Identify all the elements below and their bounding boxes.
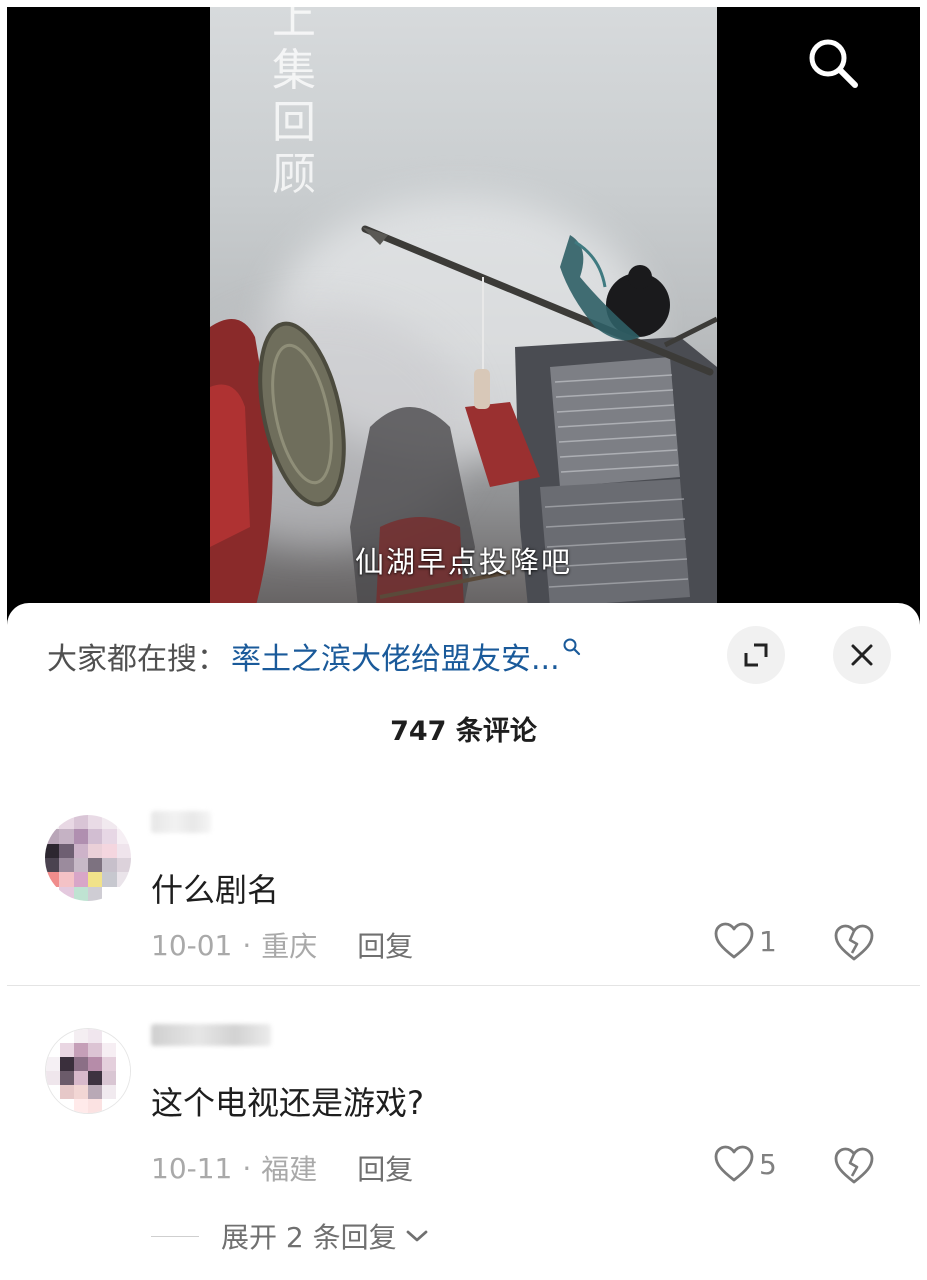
close-icon (851, 644, 873, 666)
reply-button[interactable]: 回复 (357, 1148, 413, 1188)
comment-count: 747 条评论 (390, 716, 537, 747)
comment-meta: 10-01 · 重庆 回复 (151, 925, 413, 965)
dislike-button[interactable] (833, 1146, 875, 1190)
comment-text: 这个电视还是游戏? (151, 1084, 424, 1122)
trending-search-term[interactable]: 率土之滨大佬给盟友安... (231, 634, 560, 678)
expand-divider-line (151, 1235, 199, 1237)
search-icon (809, 39, 858, 88)
heart-icon (714, 1145, 754, 1182)
comment-meta: 10-11 · 福建 回复 (151, 1148, 413, 1188)
comment-date: 10-01 (151, 928, 233, 962)
meta-separator: · (242, 928, 252, 962)
trending-search-suggestion[interactable]: 大家都在搜： 率土之滨大佬给盟友安... (47, 631, 582, 681)
close-button[interactable] (833, 626, 891, 684)
broken-heart-icon (834, 1147, 874, 1184)
like-count: 1 (759, 924, 777, 958)
video-subtitle: 仙湖早点投降吧 (354, 545, 572, 579)
avatar[interactable] (45, 1028, 131, 1114)
reply-button[interactable]: 回复 (357, 925, 413, 965)
expand-replies-label: 展开 2 条回复 (221, 1221, 397, 1254)
expand-icon (744, 643, 768, 667)
like-button[interactable]: 5 (713, 1144, 777, 1184)
expand-replies-button[interactable]: 展开 2 条回复 (151, 1216, 429, 1256)
like-button[interactable]: 1 (713, 921, 777, 961)
expand-button[interactable] (727, 626, 785, 684)
comment-sheet: 大家都在搜： 率土之滨大佬给盟友安... 747 条评论 什么剧名 10-01 … (7, 603, 920, 1280)
chevron-down-icon (406, 1230, 428, 1242)
heart-icon (714, 922, 754, 959)
search-icon (563, 638, 580, 656)
username-blurred[interactable] (151, 811, 211, 833)
video-player[interactable]: 上集回顾 仙湖早点投降吧 (210, 7, 717, 627)
comment-divider (7, 985, 920, 986)
username-blurred[interactable] (151, 1024, 271, 1046)
like-count: 5 (759, 1147, 777, 1181)
comment-location: 重庆 (261, 930, 318, 963)
avatar[interactable] (45, 815, 131, 901)
comment-date: 10-11 (151, 1151, 233, 1185)
comment-item: 这个电视还是游戏? 10-11 · 福建 回复 5 展开 2 条回复 (7, 1016, 920, 1280)
trending-search-prefix: 大家都在搜： (47, 642, 227, 677)
episode-recap-title: 上集回顾 (272, 7, 316, 200)
comment-item: 什么剧名 10-01 · 重庆 回复 1 (7, 803, 920, 985)
broken-heart-icon (834, 924, 874, 961)
meta-separator: · (242, 1151, 252, 1185)
top-search-button[interactable] (803, 33, 863, 93)
comment-text: 什么剧名 (151, 871, 280, 909)
dislike-button[interactable] (833, 923, 875, 967)
comment-location: 福建 (261, 1153, 318, 1186)
